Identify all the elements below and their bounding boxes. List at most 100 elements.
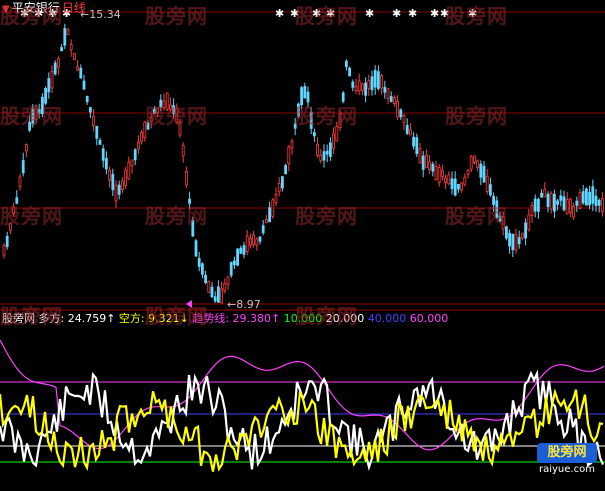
candle-body [556,200,559,205]
candle-body [392,97,396,104]
candle-body [194,240,198,257]
candle-body [210,286,214,298]
candle-body [264,219,268,224]
candle-body [79,67,83,79]
candle-body [597,199,601,206]
candle-body [447,174,451,185]
candle-body [136,142,140,150]
candle-body [364,82,368,96]
candle-body [402,115,406,123]
candle-body [53,62,57,75]
watermark-text: 股旁网 [145,104,208,128]
candle-body [476,160,480,169]
candle-body [24,144,28,152]
candle-body [588,191,591,206]
candle-body [236,248,240,266]
candle-body [399,109,403,118]
candle-body [581,191,585,204]
candle-body [319,154,323,162]
candle-body [92,116,95,127]
candle-body [344,60,348,68]
candle-body [421,155,425,170]
candle-body [226,276,230,285]
indicator-legend: 股旁网 多方: 24.759↑ 空方: 9.321↓ 趋势线: 29.380↑ … [2,312,448,326]
candle-body [575,200,579,206]
candle-body [268,207,272,223]
candle-body [472,155,476,163]
candle-body [213,296,217,302]
candle-body [66,29,70,36]
candle-body [578,192,582,209]
logo-domain: raiyue.com [539,464,595,475]
indicator-lines [0,339,605,472]
candle-body [101,148,105,161]
candle-body [537,199,540,212]
candle-body [348,67,352,77]
signal-star-icon: ✱ [392,7,402,20]
candle-body [383,86,387,93]
watermark-text: 股旁网 [295,104,358,128]
watermark-text: 股旁网 [0,204,63,228]
candle-body [47,78,51,93]
candle-body [50,70,54,89]
candle-body [290,141,294,149]
candle-body [216,286,220,303]
candle-body [370,76,374,91]
candle-body [252,234,256,245]
candle-body [559,195,563,201]
candle-body [73,53,76,61]
candle-body [376,71,380,89]
kline-chart[interactable] [0,0,605,487]
candle-body [594,195,598,207]
candle-body [197,258,201,267]
site-logo: 股旁网 raiyue.com [537,443,599,475]
candle-body [121,180,124,190]
candle-body [89,107,92,113]
candle-body [508,232,512,247]
candle-body [562,196,566,211]
candle-body [540,192,543,198]
candle-body [511,233,515,251]
candle-body [396,101,400,118]
candle-body [274,194,278,204]
candle-body [440,170,444,177]
high-price-value: 15.34 [89,8,121,21]
candle-body [524,222,527,239]
candle-body [280,176,284,189]
candle-body [418,148,422,164]
signal-star-icon: ✱ [365,7,375,20]
logo-badge: 股旁网 [537,443,597,463]
candlestick-series [2,23,604,304]
candle-body [76,66,79,71]
candle-body [287,146,291,165]
low-price-label: ←8.97 [227,298,261,311]
candle-body [450,178,454,190]
candle-body [303,86,307,99]
candle-body [415,137,419,155]
candle-body [60,47,63,52]
candle-body [85,95,89,103]
candle-body [2,244,6,256]
signal-star-icon: ✱ [408,7,418,20]
candle-body [105,158,108,170]
candle-body [591,186,595,204]
signal-star-icon: ✱ [275,7,285,20]
signal-star-icon: ✱ [430,7,440,20]
candle-body [239,247,243,254]
candle-body [521,232,524,239]
candle-body [351,81,355,88]
watermark-text: 股旁网 [295,304,358,328]
candle-body [325,150,329,155]
candle-body [69,44,73,51]
candle-body [546,193,550,207]
candle-body [444,177,448,183]
candle-body [424,154,428,169]
candle-body [207,280,211,293]
candle-body [245,235,249,252]
candle-body [111,173,115,191]
candle-body [479,163,483,178]
candle-body [133,149,137,161]
candle-body [220,288,224,304]
candle-body [386,88,390,99]
watermark-text: 股旁网 [445,104,508,128]
